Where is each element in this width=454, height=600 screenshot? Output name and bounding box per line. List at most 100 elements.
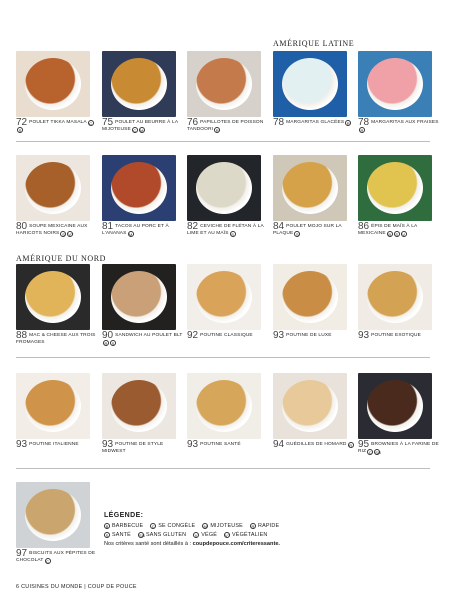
legend-item: C SE CONGÈLE <box>150 523 195 529</box>
recipe-caption: 86 ÉPIS DE MAÏS À LA MEXICAINE B S V <box>358 222 440 237</box>
food-plate <box>25 489 81 541</box>
food-plate <box>111 162 167 214</box>
recipe-title: MARGARITAS AUX FRAISES <box>371 120 439 125</box>
criteria-icon: C <box>150 523 157 529</box>
recipe-card[interactable]: 72 POULET TIKKA MASALA CS <box>16 51 94 133</box>
legend-title: LÉGENDE: <box>104 512 144 519</box>
page-number: 93 <box>273 330 285 341</box>
recipe-caption: 93 POUTINE DE STYLE MIDWEST <box>102 440 184 455</box>
recipe-title: CEVICHE DE FLÉTAN À LA LIME ET AU MAÏS <box>187 224 264 236</box>
recipe-title: BISCUITS AUX PÉPITES DE CHOCOLAT <box>16 551 96 563</box>
recipe-photo <box>358 155 432 221</box>
legend-item: M MIJOTEUSE <box>202 523 243 529</box>
recipe-card[interactable]: 80 SOUPE MEXICAINE AUX HARICOTS NOIRS S VT <box>16 155 90 237</box>
recipe-card[interactable]: 93 POUTINE DE LUXE <box>273 264 347 341</box>
recipe-card[interactable]: 86 ÉPIS DE MAÏS À LA MEXICAINE B S V <box>358 155 432 237</box>
food-plate <box>25 380 81 432</box>
recipe-caption: 90 SANDWICH AU POULET BLTR S <box>102 331 184 346</box>
page-footer: 6 CUISINES DU MONDE | COUP DE POUCE <box>16 584 137 590</box>
recipe-photo <box>16 373 90 439</box>
recipe-card[interactable]: 94 GUÉDILLES DE HOMARD R <box>273 373 354 450</box>
legend-label: SE CONGÈLE <box>158 523 196 529</box>
recipe-photo <box>16 264 90 330</box>
legend-item: VT VÉGÉTALIEN <box>224 532 267 538</box>
recipe-caption: 84 POULET MOJO SUR LA PLAQUE S <box>273 222 355 237</box>
food-plate <box>196 58 252 110</box>
recipe-card[interactable]: 76 PAPILLOTES DE POISSON TANDOORI R <box>187 51 263 133</box>
recipe-caption: 72 POULET TIKKA MASALA CS <box>16 118 98 133</box>
criteria-icon: V <box>193 532 200 538</box>
legend-item: V VÉGÉ <box>193 532 217 538</box>
recipe-caption: 88 MAC & CHEESE AUX TROIS FROMAGES <box>16 331 98 346</box>
criteria-icon: C <box>87 119 94 126</box>
recipe-card[interactable]: 88 MAC & CHEESE AUX TROIS FROMAGES <box>16 264 95 345</box>
recipe-photo <box>102 373 176 439</box>
food-plate <box>282 380 338 432</box>
criteria-icon: M <box>202 523 209 529</box>
legend-label: VÉGÉ <box>201 532 218 538</box>
food-plate <box>367 380 423 432</box>
recipe-caption: 78 MARGARITAS GLACÉES R <box>273 118 355 128</box>
recipe-title: POUTINE EXOTIQUE <box>371 333 421 338</box>
recipe-caption: 93 POUTINE SANTÉ <box>187 440 269 450</box>
recipe-photo <box>16 482 90 548</box>
recipe-card[interactable]: 93 POUTINE SANTÉ <box>187 373 261 450</box>
divider <box>16 468 430 469</box>
recipe-photo <box>358 51 432 117</box>
recipe-title: GUÉDILLES DE HOMARD <box>286 442 347 447</box>
page-number: 93 <box>16 439 28 450</box>
food-plate <box>196 380 252 432</box>
recipe-caption: 82 CEVICHE DE FLÉTAN À LA LIME ET AU MAÏS… <box>187 222 269 237</box>
page-number: 92 <box>187 330 199 341</box>
criteria-icon: M <box>138 126 145 133</box>
legend-label: MIJOTEUSE <box>210 523 243 529</box>
recipe-caption: 94 GUÉDILLES DE HOMARD R <box>273 440 355 450</box>
criteria-icon: V <box>400 230 407 237</box>
food-plate <box>25 162 81 214</box>
recipe-card[interactable]: 93 POUTINE EXOTIQUE <box>358 264 432 341</box>
note-link[interactable]: coupdepouce.com/criteressante. <box>193 541 280 547</box>
recipe-caption: 93 POUTINE DE LUXE <box>273 330 355 341</box>
food-plate <box>111 271 167 323</box>
recipe-card[interactable]: 95 BROWNIES À LA FARINE DE RIZ C SG <box>358 373 439 455</box>
food-plate <box>367 58 423 110</box>
recipe-card[interactable]: 82 CEVICHE DE FLÉTAN À LA LIME ET AU MAÏS… <box>187 155 263 237</box>
recipe-card[interactable]: 90 SANDWICH AU POULET BLTR S <box>102 264 182 346</box>
criteria-icon: S <box>393 230 400 237</box>
criteria-icon: SG <box>374 448 381 455</box>
legend-label: SANS GLUTEN <box>145 532 187 538</box>
recipe-card[interactable]: 81 TACOS AU PORC ET À L'ANANAS M <box>102 155 176 237</box>
recipe-card[interactable]: 84 POULET MOJO SUR LA PLAQUE S <box>273 155 347 237</box>
legend-label: RAPIDE <box>257 523 280 529</box>
legend-item: S SANTÉ <box>104 532 131 538</box>
recipe-caption: 78 MARGARITAS AUX FRAISESR <box>358 118 440 133</box>
section-title-latin: AMÉRIQUE LATINE <box>273 39 355 48</box>
recipe-card[interactable]: 92 POUTINE CLASSIQUE <box>187 264 261 341</box>
recipe-photo <box>358 373 432 439</box>
note-text: Nos critères santé sont détaillés à : <box>104 541 192 547</box>
recipe-photo <box>187 155 261 221</box>
recipe-photo <box>102 264 176 330</box>
criteria-icon: R <box>359 126 365 133</box>
recipe-card[interactable]: 78 MARGARITAS GLACÉES R <box>273 51 352 128</box>
recipe-photo <box>102 51 176 117</box>
criteria-icon: S <box>104 532 110 538</box>
legend-label: BARBECUE <box>112 523 144 529</box>
recipe-card[interactable]: 93 POUTINE ITALIENNE <box>16 373 90 450</box>
page-number: 93 <box>358 330 370 341</box>
recipe-photo <box>102 155 176 221</box>
criteria-icon: S <box>110 339 116 346</box>
recipe-card[interactable]: 93 POUTINE DE STYLE MIDWEST <box>102 373 176 454</box>
food-plate <box>367 162 423 214</box>
criteria-icon: R <box>214 126 221 133</box>
recipe-card[interactable]: 75 POULET AU BEURRE À LA MIJOTEUSE C M <box>102 51 178 133</box>
criteria-icon: S <box>229 230 236 237</box>
recipe-photo <box>187 264 261 330</box>
recipe-title: MAC & CHEESE AUX TROIS FROMAGES <box>16 333 96 345</box>
recipe-caption: 76 PAPILLOTES DE POISSON TANDOORI R <box>187 118 269 133</box>
criteria-icon: R <box>103 339 109 346</box>
recipe-photo <box>273 264 347 330</box>
recipe-card[interactable]: 78 MARGARITAS AUX FRAISESR <box>358 51 438 133</box>
recipe-card[interactable]: 97 BISCUITS AUX PÉPITES DE CHOCOLAT C <box>16 482 95 564</box>
legend-row: S SANTÉ SG SANS GLUTEN V VÉGÉ VT VÉGÉTALIEN <box>104 532 444 538</box>
